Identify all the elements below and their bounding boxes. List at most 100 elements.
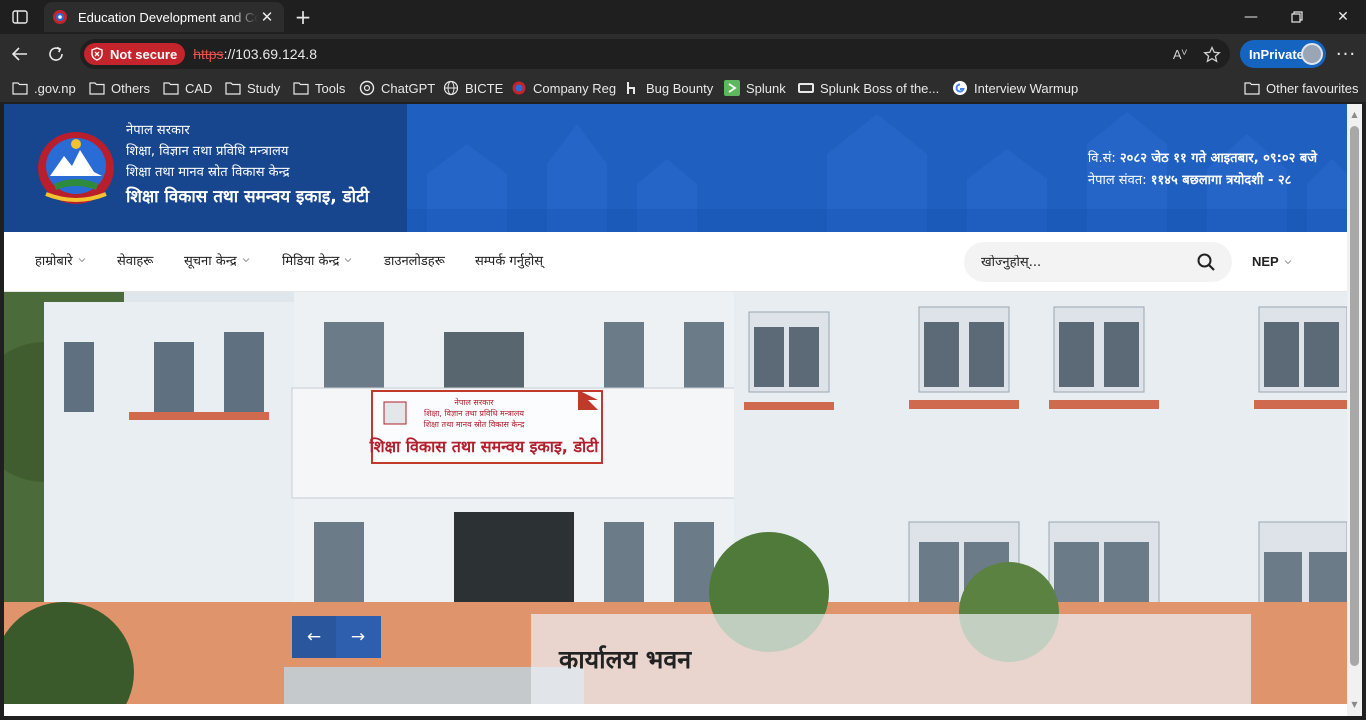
restore-icon[interactable] <box>1274 0 1320 34</box>
nav-item-contact[interactable]: सम्पर्क गर्नुहोस् <box>475 251 543 269</box>
nav-item-downloads[interactable]: डाउनलोडहरू <box>384 251 445 269</box>
bookmark-label: Splunk Boss of the... <box>820 80 940 96</box>
favourite-star-icon[interactable] <box>1202 45 1222 65</box>
language-selector[interactable]: NEP <box>1252 254 1292 269</box>
search-input[interactable] <box>981 254 1181 270</box>
bs-date-line: वि.सं: २०८२ जेठ ११ गते आइतबार, ०९:०२ बजे <box>1088 148 1317 170</box>
bookmark-tools[interactable]: Tools <box>293 79 345 97</box>
nepal-sambat-value: ११४५ बछलागा त्रयोदशी - २८ <box>1150 173 1292 188</box>
scroll-thumb[interactable] <box>1350 126 1359 666</box>
scroll-down-icon[interactable]: ▼ <box>1350 700 1359 710</box>
nav-item-label: सेवाहरू <box>117 254 154 269</box>
bookmark-company-reg[interactable]: Company Reg <box>511 79 616 97</box>
google-icon <box>952 80 968 96</box>
browser-tab[interactable]: Education Development and Coordination U… <box>44 2 284 32</box>
emblem-icon <box>511 80 527 96</box>
slider-prev-button[interactable]: ← <box>292 616 336 658</box>
address-bar[interactable]: Not secure https://103.69.124.8 Aⱽ <box>80 39 1230 69</box>
back-icon[interactable] <box>6 40 34 68</box>
bookmark-bicte[interactable]: BICTE <box>443 79 503 97</box>
site-header: नेपाल सरकार शिक्षा, विज्ञान तथा प्रविधि … <box>4 104 1347 232</box>
nav-item-label: सूचना केन्द्र <box>184 254 237 269</box>
not-secure-label: Not secure <box>110 46 178 62</box>
url-host: ://103.69.124.8 <box>223 46 317 62</box>
nav-item-label: सम्पर्क गर्नुहोस् <box>475 254 544 269</box>
bookmark-label: Other favourites <box>1266 80 1359 96</box>
tab-actions-icon[interactable] <box>8 6 32 28</box>
bookmark-others[interactable]: Others <box>89 79 150 97</box>
slide-caption-title: कार्यालय भवन <box>559 645 692 674</box>
not-secure-badge[interactable]: Not secure <box>84 43 186 65</box>
nav-item-about[interactable]: हाम्रोबारे <box>35 251 86 269</box>
bs-date-value: २०८२ जेठ ११ गते आइतबार, ०९:०२ बजे <box>1119 151 1317 166</box>
bookmark-label: Tools <box>315 80 346 96</box>
bookmark-bug-bounty[interactable]: Bug Bounty <box>624 79 713 97</box>
url-scheme: https <box>193 46 224 62</box>
page-viewport: नेपाल सरकार शिक्षा, विज्ञान तथा प्रविधि … <box>4 104 1347 716</box>
bookmark-cad[interactable]: CAD <box>163 79 212 97</box>
more-options-icon[interactable]: ··· <box>1334 40 1358 68</box>
bookmark-splunk-boss[interactable]: Splunk Boss of the... <box>798 79 939 97</box>
bookmark-label: .gov.np <box>34 80 76 96</box>
scroll-up-icon[interactable]: ▲ <box>1350 110 1359 120</box>
inprivate-label: InPrivate <box>1249 46 1304 62</box>
bookmark-chatgpt[interactable]: ChatGPT <box>359 79 435 97</box>
tab-title: Education Development and Coordination U… <box>78 9 258 25</box>
chevron-down-icon <box>242 258 250 263</box>
bookmark-interview-warmup[interactable]: Interview Warmup <box>952 79 1078 97</box>
folder-icon <box>1244 80 1260 96</box>
bookmark-study[interactable]: Study <box>225 79 280 97</box>
new-tab-icon[interactable]: + <box>290 4 316 30</box>
nepal-sambat-line: नेपाल संवत: ११४५ बछलागा त्रयोदशी - २८ <box>1088 170 1317 192</box>
page-scrollbar[interactable]: ▲ ▼ <box>1347 104 1362 716</box>
close-window-icon[interactable]: ✕ <box>1320 0 1366 34</box>
nepal-sambat-prefix: नेपाल संवत: <box>1087 173 1147 188</box>
center-name: शिक्षा तथा मानव स्रोत विकास केन्द्र <box>126 165 290 180</box>
bookmark-label: Splunk <box>746 80 786 96</box>
bookmark-label: BICTE <box>465 80 504 96</box>
folder-icon <box>225 80 241 96</box>
folder-icon <box>12 80 28 96</box>
bookmark-label: ChatGPT <box>381 80 436 96</box>
slide-caption: कार्यालय भवन <box>531 614 1251 704</box>
nav-item-services[interactable]: सेवाहरू <box>117 251 153 269</box>
nav-item-media-center[interactable]: मिडिया केन्द्र <box>282 251 352 269</box>
read-aloud-icon[interactable]: Aⱽ <box>1170 45 1190 65</box>
bookmark-label: Interview Warmup <box>974 80 1079 96</box>
office-name[interactable]: शिक्षा विकास तथा समन्वय इकाइ, डोटी <box>126 183 369 211</box>
avatar <box>1301 43 1323 65</box>
bookmark-label: Others <box>111 80 151 96</box>
government-name: नेपाल सरकार <box>126 123 190 138</box>
bookmark-label: Company Reg <box>533 80 617 96</box>
bookmark-splunk[interactable]: Splunk <box>724 79 786 97</box>
svg-text:शिक्षा विकास तथा समन्वय इकाइ,: शिक्षा विकास तथा समन्वय इकाइ, डोटी <box>369 437 600 456</box>
svg-text:शिक्षा, विज्ञान तथा प्रविधि मन: शिक्षा, विज्ञान तथा प्रविधि मन्त्रालय <box>424 408 524 418</box>
refresh-icon[interactable] <box>42 40 70 68</box>
minimize-icon[interactable]: — <box>1228 0 1274 34</box>
inprivate-button[interactable]: InPrivate <box>1240 40 1326 68</box>
hero-slider: नेपाल सरकार शिक्षा, विज्ञान तथा प्रविधि … <box>4 292 1347 716</box>
svg-text:शिक्षा तथा मानव स्रोत विकास के: शिक्षा तथा मानव स्रोत विकास केन्द्र <box>424 419 525 429</box>
bugbounty-icon <box>624 80 640 96</box>
folder-icon <box>293 80 309 96</box>
site-favicon-icon <box>53 10 67 24</box>
bs-date-prefix: वि.सं: <box>1087 151 1116 166</box>
bookmark-gov-np[interactable]: .gov.np <box>12 79 76 97</box>
bookmark-label: CAD <box>185 80 213 96</box>
bookmark-label: Study <box>247 80 281 96</box>
boss-icon <box>798 80 814 96</box>
splunk-icon <box>724 80 740 96</box>
folder-icon <box>89 80 105 96</box>
search-icon[interactable] <box>1196 252 1216 272</box>
language-label: NEP <box>1252 254 1279 269</box>
slider-next-button[interactable]: → <box>336 616 380 658</box>
ministry-name: शिक्षा, विज्ञान तथा प्रविधि मन्त्रालय <box>126 144 289 159</box>
nav-item-information-center[interactable]: सूचना केन्द्र <box>184 251 250 269</box>
url-text: https://103.69.124.8 <box>193 46 317 62</box>
bookmark-other-favourites[interactable]: Other favourites <box>1244 79 1359 97</box>
tab-strip: Education Development and Coordination U… <box>0 0 1366 34</box>
government-title-block: नेपाल सरकार शिक्षा, विज्ञान तथा प्रविधि … <box>126 120 369 211</box>
tab-close-icon[interactable]: ✕ <box>258 8 276 26</box>
search-box <box>964 242 1232 282</box>
nepal-emblem-icon <box>38 132 114 204</box>
